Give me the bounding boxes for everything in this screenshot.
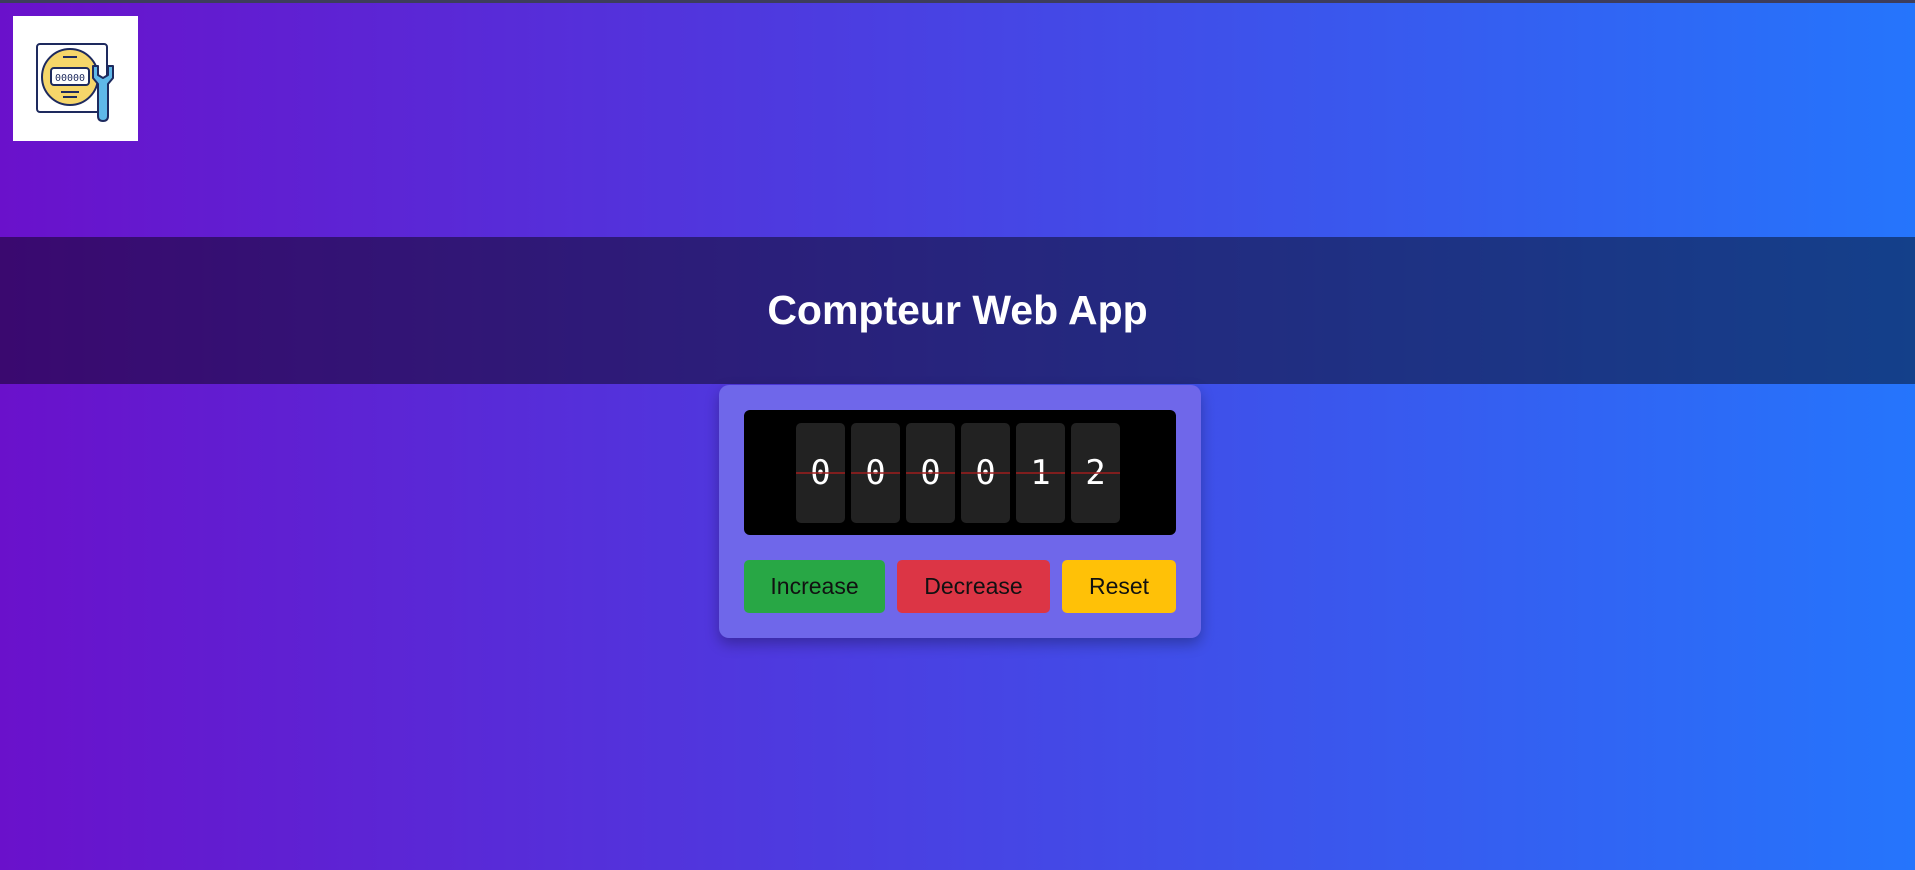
counter-display: 0 0 0 0 1 2 — [744, 410, 1176, 535]
digit-1: 0 — [796, 423, 845, 523]
digit-4: 0 — [961, 423, 1010, 523]
increase-button[interactable]: Increase — [744, 560, 885, 613]
counter-card: 0 0 0 0 1 2 Increase Decrease Reset — [719, 385, 1201, 638]
reset-button[interactable]: Reset — [1062, 560, 1176, 613]
logo-meter-text: 00000 — [55, 73, 85, 84]
button-row: Increase Decrease Reset — [744, 560, 1176, 613]
decrease-button[interactable]: Decrease — [897, 560, 1050, 613]
header-band: Compteur Web App — [0, 237, 1915, 384]
meter-wrench-icon: 00000 — [36, 43, 114, 122]
window-top-edge — [0, 0, 1915, 3]
page-title: Compteur Web App — [767, 287, 1148, 333]
app-logo: 00000 — [13, 16, 138, 141]
digit-row: 0 0 0 0 1 2 — [796, 423, 1120, 523]
digit-3: 0 — [906, 423, 955, 523]
digit-2: 0 — [851, 423, 900, 523]
digit-6: 2 — [1071, 423, 1120, 523]
digit-5: 1 — [1016, 423, 1065, 523]
